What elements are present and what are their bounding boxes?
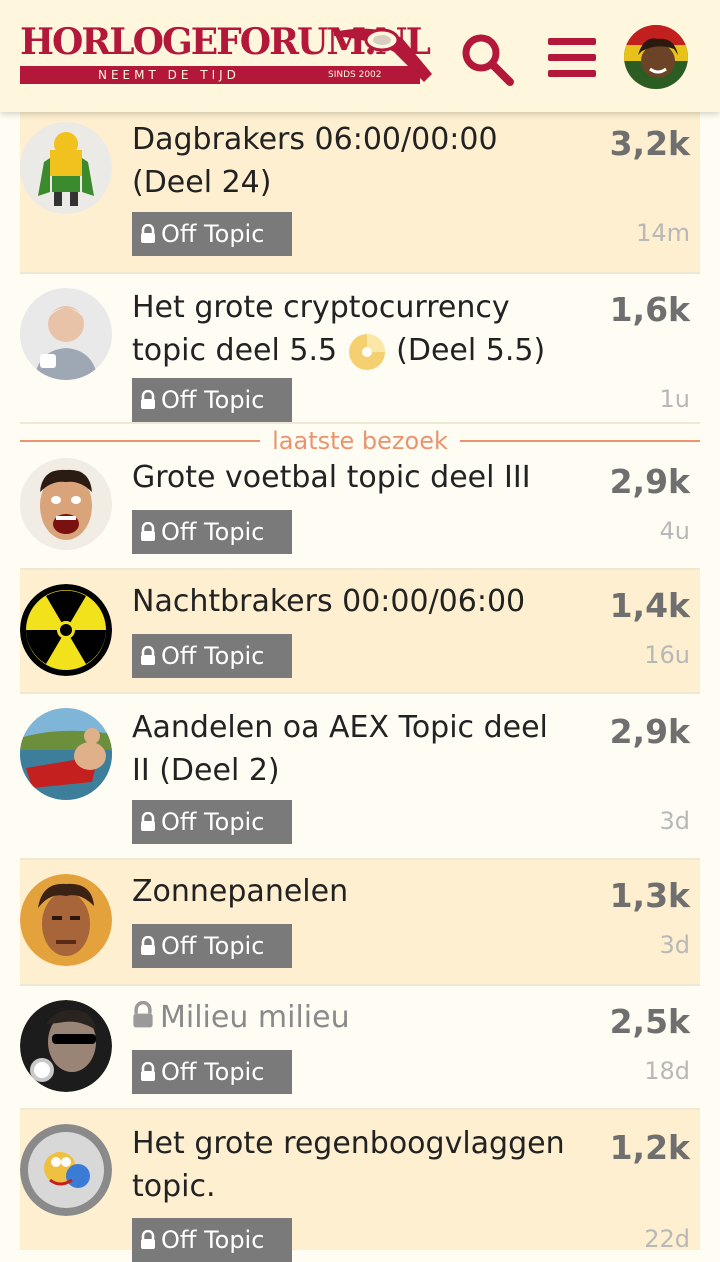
topic-row[interactable]: Aandelen oa AEX Topic deel II (Deel 2) 2… xyxy=(20,694,700,860)
lock-icon xyxy=(141,1062,155,1081)
topic-row[interactable]: Grote voetbal topic deel III 2,9k Off To… xyxy=(20,444,700,570)
topic-title[interactable]: Het grote regenboogvlaggen topic. xyxy=(132,1122,572,1208)
topic-author-avatar xyxy=(20,122,112,214)
lock-icon xyxy=(141,936,155,955)
topic-title-suffix: (Deel 5.5) xyxy=(396,333,546,368)
category-badge[interactable]: Off Topic xyxy=(132,1050,292,1094)
topic-age[interactable]: 3d xyxy=(580,930,690,960)
topic-title[interactable]: Milieu milieu xyxy=(132,996,572,1039)
logo-tagline: NEEMT DE TIJD xyxy=(98,68,240,82)
logo-watch-icon xyxy=(334,28,432,82)
topic-title-text: Milieu milieu xyxy=(160,1000,350,1035)
topic-row[interactable]: Dagbrakers 06:00/00:00 (Deel 24) 3,2k Of… xyxy=(20,112,700,274)
topic-age[interactable]: 3d xyxy=(580,806,690,836)
category-badge[interactable]: Off Topic xyxy=(132,800,292,844)
category-label: Off Topic xyxy=(161,808,265,836)
category-badge[interactable]: Off Topic xyxy=(132,634,292,678)
topic-row[interactable]: Het grote cryptocurrency topic deel 5.5 … xyxy=(20,274,700,424)
closed-lock-icon xyxy=(133,1001,153,1028)
topic-views: 1,6k xyxy=(609,290,690,329)
search-icon[interactable] xyxy=(458,30,516,88)
category-badge[interactable]: Off Topic xyxy=(132,378,292,422)
topic-title[interactable]: Nachtbrakers 00:00/06:00 xyxy=(132,580,572,623)
category-badge[interactable]: Off Topic xyxy=(132,924,292,968)
user-avatar[interactable] xyxy=(624,25,688,89)
category-badge[interactable]: Off Topic xyxy=(132,212,292,256)
topic-author-avatar xyxy=(20,1000,112,1092)
topic-row[interactable]: Nachtbrakers 00:00/06:00 1,4k Off Topic … xyxy=(20,570,700,694)
emoji-dvd-icon xyxy=(348,333,385,370)
lock-icon xyxy=(141,522,155,541)
topic-age[interactable]: 14m xyxy=(580,218,690,248)
topic-row[interactable]: Milieu milieu 2,5k Off Topic 18d xyxy=(20,986,700,1110)
topic-author-avatar xyxy=(20,458,112,550)
last-visit-label: laatste bezoek xyxy=(260,424,460,458)
lock-icon xyxy=(141,224,155,243)
category-label: Off Topic xyxy=(161,1058,265,1086)
topic-author-avatar xyxy=(20,708,112,800)
category-label: Off Topic xyxy=(161,642,265,670)
topic-title[interactable]: Zonnepanelen xyxy=(132,870,572,913)
topic-author-avatar xyxy=(20,584,112,676)
lock-icon xyxy=(141,390,155,409)
category-label: Off Topic xyxy=(161,518,265,546)
topic-author-avatar xyxy=(20,1124,112,1216)
topic-title[interactable]: Grote voetbal topic deel III xyxy=(132,456,572,499)
topic-row[interactable]: Het grote regenboogvlaggen topic. 1,2k O… xyxy=(20,1110,700,1262)
category-label: Off Topic xyxy=(161,386,265,414)
topic-views: 2,9k xyxy=(609,712,690,751)
topic-views: 1,3k xyxy=(609,876,690,915)
topic-views: 2,9k xyxy=(609,462,690,501)
topic-age[interactable]: 18d xyxy=(580,1056,690,1086)
lock-icon xyxy=(141,812,155,831)
topic-views: 3,2k xyxy=(609,124,690,163)
site-header: HORLOGEFORUM.NL NEEMT DE TIJD SINDS 2002 xyxy=(0,0,720,112)
topic-age[interactable]: 1u xyxy=(580,384,690,414)
topic-title[interactable]: Dagbrakers 06:00/00:00 (Deel 24) xyxy=(132,118,572,204)
lock-icon xyxy=(141,646,155,665)
lock-icon xyxy=(141,1230,155,1249)
hamburger-menu-icon[interactable] xyxy=(548,36,596,80)
topic-views: 1,4k xyxy=(609,586,690,625)
topic-title[interactable]: Aandelen oa AEX Topic deel II (Deel 2) xyxy=(132,706,572,792)
category-label: Off Topic xyxy=(161,932,265,960)
category-label: Off Topic xyxy=(161,1226,265,1254)
topic-age[interactable]: 22d xyxy=(580,1224,690,1254)
category-label: Off Topic xyxy=(161,220,265,248)
category-badge[interactable]: Off Topic xyxy=(132,510,292,554)
topic-views: 2,5k xyxy=(609,1002,690,1041)
topic-author-avatar xyxy=(20,288,112,380)
topic-age[interactable]: 16u xyxy=(580,640,690,670)
topic-age[interactable]: 4u xyxy=(580,516,690,546)
topic-author-avatar xyxy=(20,874,112,966)
site-logo[interactable]: HORLOGEFORUM.NL NEEMT DE TIJD SINDS 2002 xyxy=(20,22,435,90)
topic-title[interactable]: Het grote cryptocurrency topic deel 5.5 … xyxy=(132,286,592,372)
topic-views: 1,2k xyxy=(609,1128,690,1167)
category-badge[interactable]: Off Topic xyxy=(132,1218,292,1262)
topic-row[interactable]: Zonnepanelen 1,3k Off Topic 3d xyxy=(20,860,700,986)
